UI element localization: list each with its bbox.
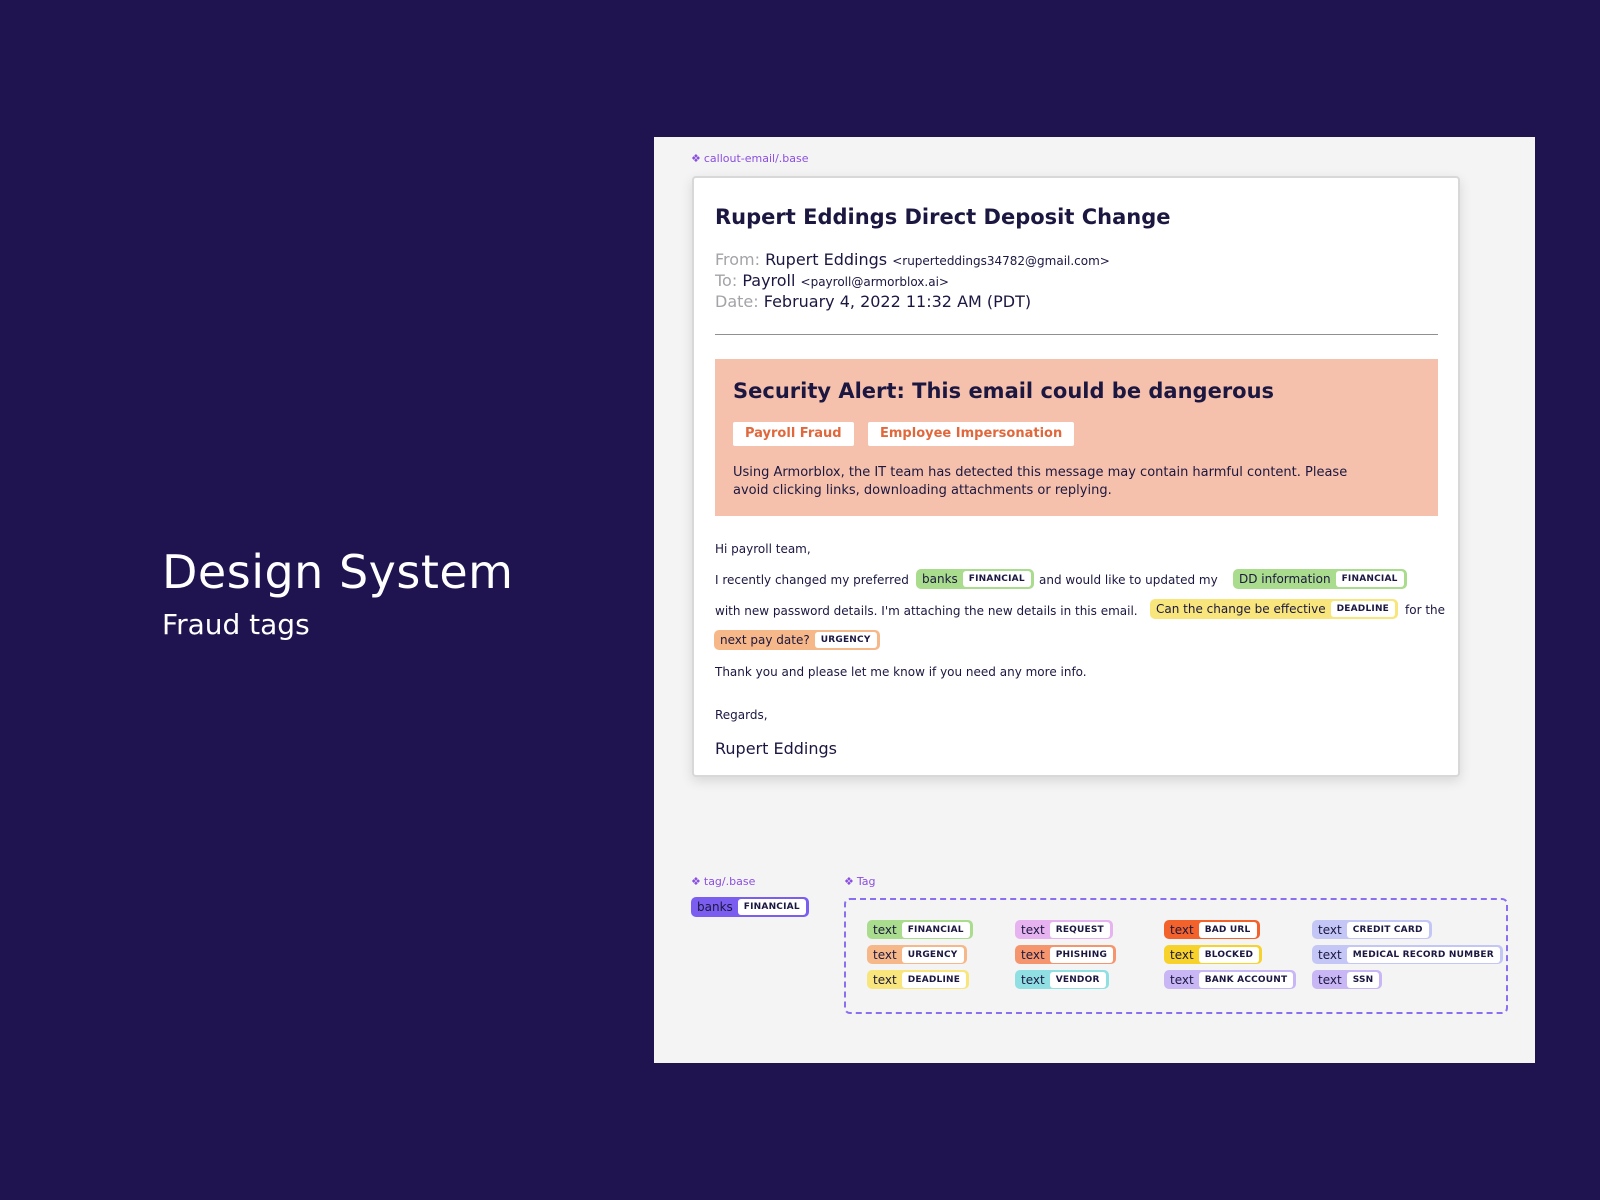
- tag-variant-phishing[interactable]: text PHISHING: [1015, 945, 1117, 964]
- email-date-line: Date: February 4, 2022 11:32 AM (PDT): [715, 292, 1032, 311]
- inline-tag-deadline[interactable]: Can the change be effective DEADLINE: [1150, 599, 1399, 619]
- email-line-4: Thank you and please let me know if you …: [715, 665, 1087, 679]
- to-address: <payroll@armorblox.ai>: [800, 275, 949, 289]
- inline-tag-urgency[interactable]: next pay date? URGENCY: [714, 630, 880, 650]
- email-line-2a: with new password details. I'm attaching…: [715, 604, 1138, 618]
- alert-text: Using Armorblox, the IT team has detecte…: [733, 465, 1348, 498]
- hero-title: Design System: [162, 545, 514, 599]
- header-divider: [715, 334, 1438, 335]
- from-address: <ruperteddings34782@gmail.com>: [892, 254, 1110, 268]
- component-diamond-icon: ❖: [691, 152, 701, 165]
- tag-variant-deadline[interactable]: text DEADLINE: [867, 970, 970, 989]
- hero-subtitle: Fraud tags: [162, 608, 310, 642]
- inline-tag-dd-information[interactable]: DD information FINANCIAL: [1233, 569, 1407, 589]
- email-line-1a: I recently changed my preferred: [715, 573, 909, 587]
- email-regards: Regards,: [715, 708, 768, 722]
- date-value: February 4, 2022 11:32 AM (PDT): [763, 292, 1032, 311]
- tag-variant-medical-record-number[interactable]: text MEDICAL RECORD NUMBER: [1312, 945, 1503, 964]
- tag-set-label[interactable]: ❖ Tag: [844, 875, 876, 888]
- design-canvas: ❖ callout-email/.base Rupert Eddings Dire…: [654, 137, 1535, 1063]
- tag-base-label[interactable]: ❖ tag/.base: [691, 875, 755, 888]
- email-signature: Rupert Eddings: [715, 739, 837, 758]
- alert-chip-payroll-fraud: Payroll Fraud: [733, 422, 854, 446]
- security-alert: Security Alert: This email could be dang…: [715, 359, 1438, 516]
- email-to-line: To: Payroll <payroll@armorblox.ai>: [715, 271, 949, 290]
- tag-variant-bad-url[interactable]: text BAD URL: [1164, 920, 1260, 939]
- email-from-line: From: Rupert Eddings <ruperteddings34782…: [715, 250, 1110, 269]
- tag-variant-bank-account[interactable]: text BANK ACCOUNT: [1164, 970, 1297, 989]
- tag-variant-blocked[interactable]: text BLOCKED: [1164, 945, 1263, 964]
- inline-tag-banks[interactable]: banks FINANCIAL: [916, 569, 1034, 589]
- email-card: Rupert Eddings Direct Deposit Change Fro…: [692, 176, 1460, 777]
- component-diamond-icon: ❖: [844, 875, 854, 888]
- tag-base-sample[interactable]: banks FINANCIAL: [691, 897, 809, 917]
- tag-variant-urgency[interactable]: text URGENCY: [867, 945, 967, 964]
- email-subject: Rupert Eddings Direct Deposit Change: [715, 205, 1171, 229]
- tag-variant-vendor[interactable]: text VENDOR: [1015, 970, 1109, 989]
- email-greeting: Hi payroll team,: [715, 542, 811, 556]
- alert-title: Security Alert: This email could be dang…: [733, 379, 1275, 403]
- tag-variant-credit-card[interactable]: text CREDIT CARD: [1312, 920, 1432, 939]
- email-component-label[interactable]: ❖ callout-email/.base: [691, 152, 809, 165]
- email-line-1b: and would like to updated my: [1039, 573, 1218, 587]
- from-name: Rupert Eddings: [765, 250, 888, 269]
- component-diamond-icon: ❖: [691, 875, 701, 888]
- email-line-2b: for the: [1405, 603, 1446, 617]
- hero: Design System Fraud tags: [162, 548, 513, 641]
- tag-variant-ssn[interactable]: text SSN: [1312, 970, 1383, 989]
- to-name: Payroll: [742, 271, 796, 290]
- tag-variant-request[interactable]: text REQUEST: [1015, 920, 1113, 939]
- tag-variant-financial[interactable]: text FINANCIAL: [867, 920, 973, 939]
- alert-chip-employee-impersonation: Employee Impersonation: [868, 422, 1075, 446]
